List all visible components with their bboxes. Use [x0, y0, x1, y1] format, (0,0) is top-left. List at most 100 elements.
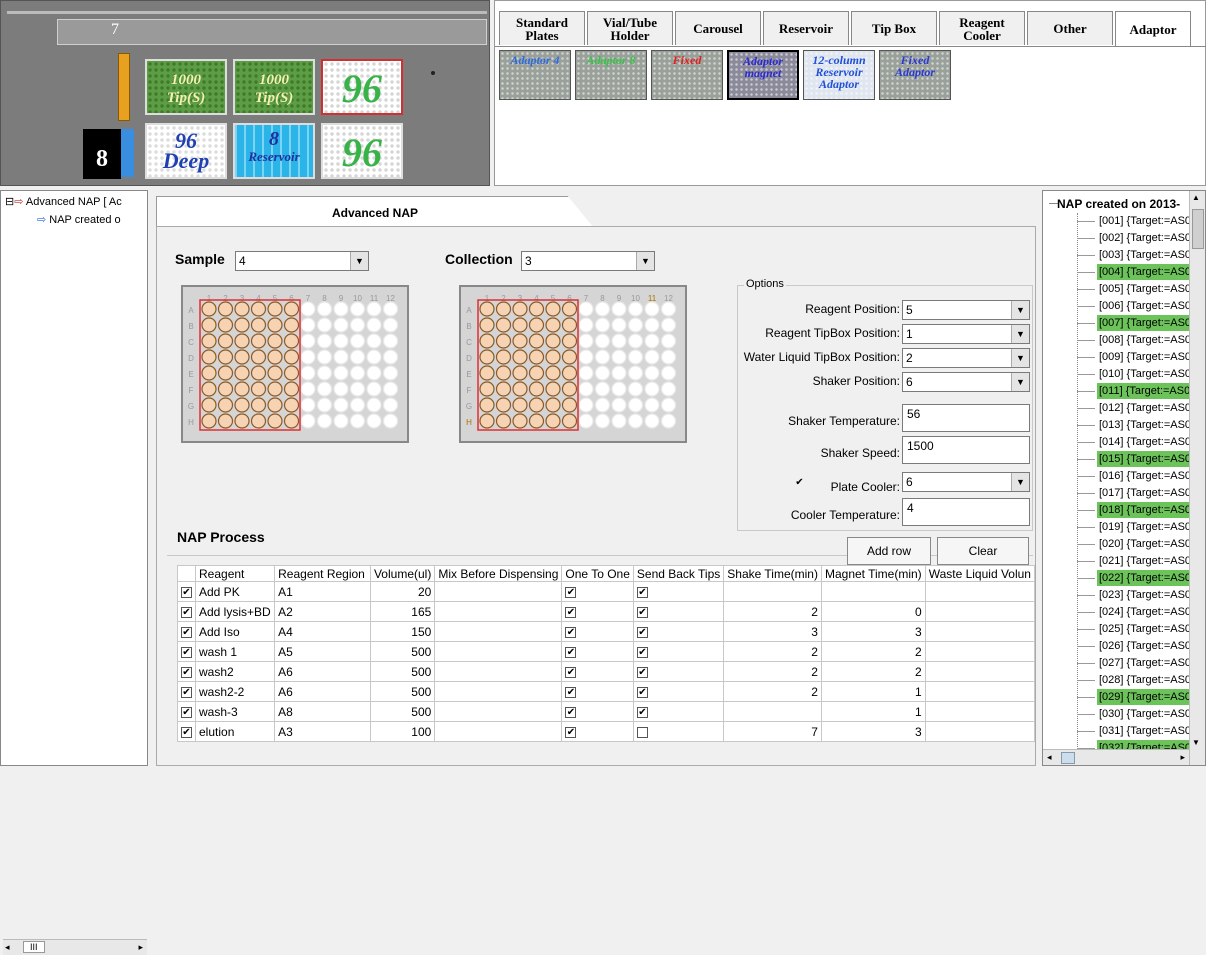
- cell-waste[interactable]: [924, 721, 1036, 742]
- plate-well[interactable]: [201, 349, 217, 365]
- nap-step-item[interactable]: [004] {Target:=AS0: [1097, 264, 1194, 280]
- plate-well[interactable]: [660, 333, 677, 349]
- cell-magnet[interactable]: [820, 581, 926, 602]
- plate-well[interactable]: [594, 381, 611, 397]
- check-icon[interactable]: ✔: [181, 626, 192, 638]
- check-icon[interactable]: ✔: [181, 706, 192, 718]
- collection-select[interactable]: 3 ▼: [521, 251, 655, 271]
- plate-well[interactable]: [578, 349, 594, 365]
- vertical-scrollbar[interactable]: ▲ ▼: [1189, 191, 1205, 765]
- nap-tree-title[interactable]: NAP created on 2013-: [1057, 197, 1180, 211]
- check-icon[interactable]: ✔: [181, 586, 192, 598]
- plate-well[interactable]: [366, 349, 382, 365]
- nap-step-item[interactable]: [030] {Target:=AS0: [1097, 706, 1193, 722]
- row-checkbox[interactable]: ✔: [177, 641, 196, 662]
- plate-well[interactable]: [234, 413, 250, 429]
- plate-well[interactable]: [217, 301, 234, 317]
- add-row-button[interactable]: Add row: [847, 537, 931, 565]
- plate-well[interactable]: [349, 349, 366, 365]
- plate-well[interactable]: [495, 301, 512, 317]
- plate-well[interactable]: [660, 317, 677, 333]
- header-region[interactable]: Reagent Region: [274, 565, 371, 582]
- plate-well[interactable]: [234, 381, 250, 397]
- table-row[interactable]: ✔ wash2 A6 500 ✔ ✔ 2 2: [177, 661, 1036, 682]
- plate-well[interactable]: [528, 301, 545, 317]
- shaker-position-select[interactable]: 6 ▼: [902, 372, 1030, 392]
- plate-well[interactable]: [366, 365, 382, 381]
- nap-step-item[interactable]: [021] {Target:=AS0: [1097, 553, 1193, 569]
- check-icon[interactable]: ✔: [636, 686, 648, 698]
- cell-magnet[interactable]: 1: [820, 701, 926, 722]
- cell-mix[interactable]: [434, 701, 563, 722]
- check-icon[interactable]: ✔: [181, 726, 192, 738]
- plate-well[interactable]: [316, 333, 333, 349]
- cell-shake[interactable]: [723, 701, 822, 722]
- plate-well[interactable]: [283, 413, 300, 429]
- tab-advanced-nap[interactable]: Advanced NAP: [156, 196, 594, 228]
- plate-well[interactable]: [545, 349, 561, 365]
- plate-well[interactable]: [349, 301, 366, 317]
- cell-magnet[interactable]: 2: [820, 661, 926, 682]
- tab-reservoir[interactable]: Reservoir: [763, 11, 849, 45]
- cell-waste[interactable]: [924, 621, 1036, 642]
- plate-well[interactable]: [300, 397, 316, 413]
- plate-well[interactable]: [644, 365, 660, 381]
- check-icon[interactable]: ✔: [794, 478, 805, 489]
- check-icon[interactable]: ✔: [565, 586, 577, 598]
- cell-send-back[interactable]: ✔: [632, 601, 725, 622]
- nap-step-item[interactable]: [022] {Target:=AS0: [1097, 570, 1194, 586]
- plate-well[interactable]: [495, 365, 512, 381]
- adaptor-item[interactable]: Adaptor magnet: [727, 50, 799, 100]
- tab-carousel[interactable]: Carousel: [675, 11, 761, 45]
- plate-well[interactable]: [528, 365, 545, 381]
- cell-region[interactable]: A2: [274, 601, 371, 622]
- cell-volume[interactable]: 20: [369, 581, 436, 602]
- plate-well[interactable]: [333, 397, 349, 413]
- plate-well[interactable]: [333, 333, 349, 349]
- nap-step-item[interactable]: [009] {Target:=AS0: [1097, 349, 1193, 365]
- shaker-temp-input[interactable]: 56: [902, 404, 1030, 432]
- plate-well[interactable]: [561, 397, 578, 413]
- plate-well[interactable]: [578, 397, 594, 413]
- row-checkbox[interactable]: ✔: [177, 661, 196, 682]
- chevron-down-icon[interactable]: ▼: [636, 252, 654, 270]
- row-checkbox[interactable]: ✔: [177, 601, 196, 622]
- cell-region[interactable]: A6: [274, 661, 371, 682]
- horizontal-scrollbar[interactable]: ◂ ▸: [1043, 749, 1189, 765]
- cell-shake[interactable]: 2: [723, 641, 822, 662]
- plate-well[interactable]: [217, 413, 234, 429]
- check-icon[interactable]: ✔: [636, 586, 648, 598]
- plate-well[interactable]: [234, 333, 250, 349]
- plate-well[interactable]: [382, 349, 399, 365]
- reagent-tipbox-select[interactable]: 1 ▼: [902, 324, 1030, 344]
- plate-well[interactable]: [545, 381, 561, 397]
- cell-one-to-one[interactable]: ✔: [561, 621, 634, 642]
- plate-well[interactable]: [300, 365, 316, 381]
- cell-shake[interactable]: 3: [723, 621, 822, 642]
- cell-region[interactable]: A8: [274, 701, 371, 722]
- plate-well[interactable]: [479, 381, 495, 397]
- plate-well[interactable]: [578, 317, 594, 333]
- cell-region[interactable]: A4: [274, 621, 371, 642]
- plate-well[interactable]: [545, 413, 561, 429]
- cell-reagent[interactable]: Add lysis+BD: [194, 601, 276, 622]
- plate-well[interactable]: [512, 317, 528, 333]
- plate-well[interactable]: [594, 365, 611, 381]
- plate-well[interactable]: [561, 317, 578, 333]
- plate-well[interactable]: [495, 349, 512, 365]
- plate-well[interactable]: [250, 349, 267, 365]
- nap-step-item[interactable]: [012] {Target:=AS0: [1097, 400, 1193, 416]
- plate-well[interactable]: [250, 381, 267, 397]
- plate-well[interactable]: [382, 397, 399, 413]
- plate-well[interactable]: [627, 301, 644, 317]
- cell-region[interactable]: A1: [274, 581, 371, 602]
- plate-well[interactable]: [611, 397, 627, 413]
- check-icon[interactable]: ✔: [565, 686, 577, 698]
- table-row[interactable]: ✔ Add Iso A4 150 ✔ ✔ 3 3: [177, 621, 1036, 642]
- plate-well[interactable]: [250, 301, 267, 317]
- cell-volume[interactable]: 500: [369, 641, 436, 662]
- plate-well[interactable]: [201, 365, 217, 381]
- plate-well[interactable]: [217, 397, 234, 413]
- plate-well[interactable]: [234, 397, 250, 413]
- row-checkbox[interactable]: ✔: [177, 621, 196, 642]
